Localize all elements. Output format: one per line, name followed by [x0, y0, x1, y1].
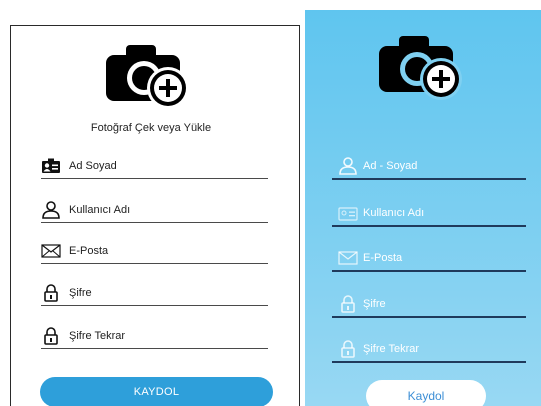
e-posta-input[interactable] [69, 242, 268, 260]
sifre-input[interactable] [363, 295, 526, 313]
lock-icon [41, 327, 61, 345]
field-e-posta[interactable] [332, 246, 526, 272]
id-card-icon [41, 157, 61, 175]
person-icon [41, 201, 61, 219]
field-ad-soyad[interactable] [41, 154, 268, 179]
sifre-input[interactable] [69, 284, 268, 302]
lock-icon [338, 340, 358, 358]
kaydol-button[interactable]: KAYDOL [40, 377, 273, 406]
register-screen-blue: Kaydol [305, 10, 541, 406]
sifre-tekrar-input[interactable] [363, 340, 526, 358]
envelope-icon [338, 249, 358, 267]
register-screen-light: Fotoğraf Çek veya Yükle Ad Soyad Kullanı… [10, 25, 300, 406]
field-kullanici-adi[interactable] [41, 198, 268, 223]
field-ad-soyad[interactable] [332, 154, 526, 180]
kullanici-adi-input[interactable] [69, 201, 268, 219]
kaydol-button[interactable]: Kaydol [366, 380, 486, 406]
camera-add-icon[interactable] [104, 41, 194, 109]
field-e-posta[interactable] [41, 239, 268, 264]
ad-soyad-input[interactable] [69, 157, 268, 175]
kullanici-adi-input[interactable] [363, 204, 526, 222]
e-posta-input[interactable] [363, 249, 526, 267]
photo-label: Fotoğraf Çek veya Yükle [90, 122, 212, 134]
camera-add-icon[interactable] [377, 32, 467, 100]
field-kullanici-adi[interactable] [332, 201, 526, 227]
sifre-tekrar-input[interactable] [69, 327, 268, 345]
lock-icon [338, 295, 358, 313]
lock-icon [41, 284, 61, 302]
field-sifre-tekrar[interactable] [332, 337, 526, 363]
field-sifre[interactable] [41, 281, 268, 306]
ad-soyad-input[interactable] [363, 157, 526, 175]
field-sifre[interactable] [332, 292, 526, 318]
person-icon [338, 157, 358, 175]
field-sifre-tekrar[interactable] [41, 324, 268, 349]
envelope-icon [41, 242, 61, 260]
id-card-icon [338, 204, 358, 222]
